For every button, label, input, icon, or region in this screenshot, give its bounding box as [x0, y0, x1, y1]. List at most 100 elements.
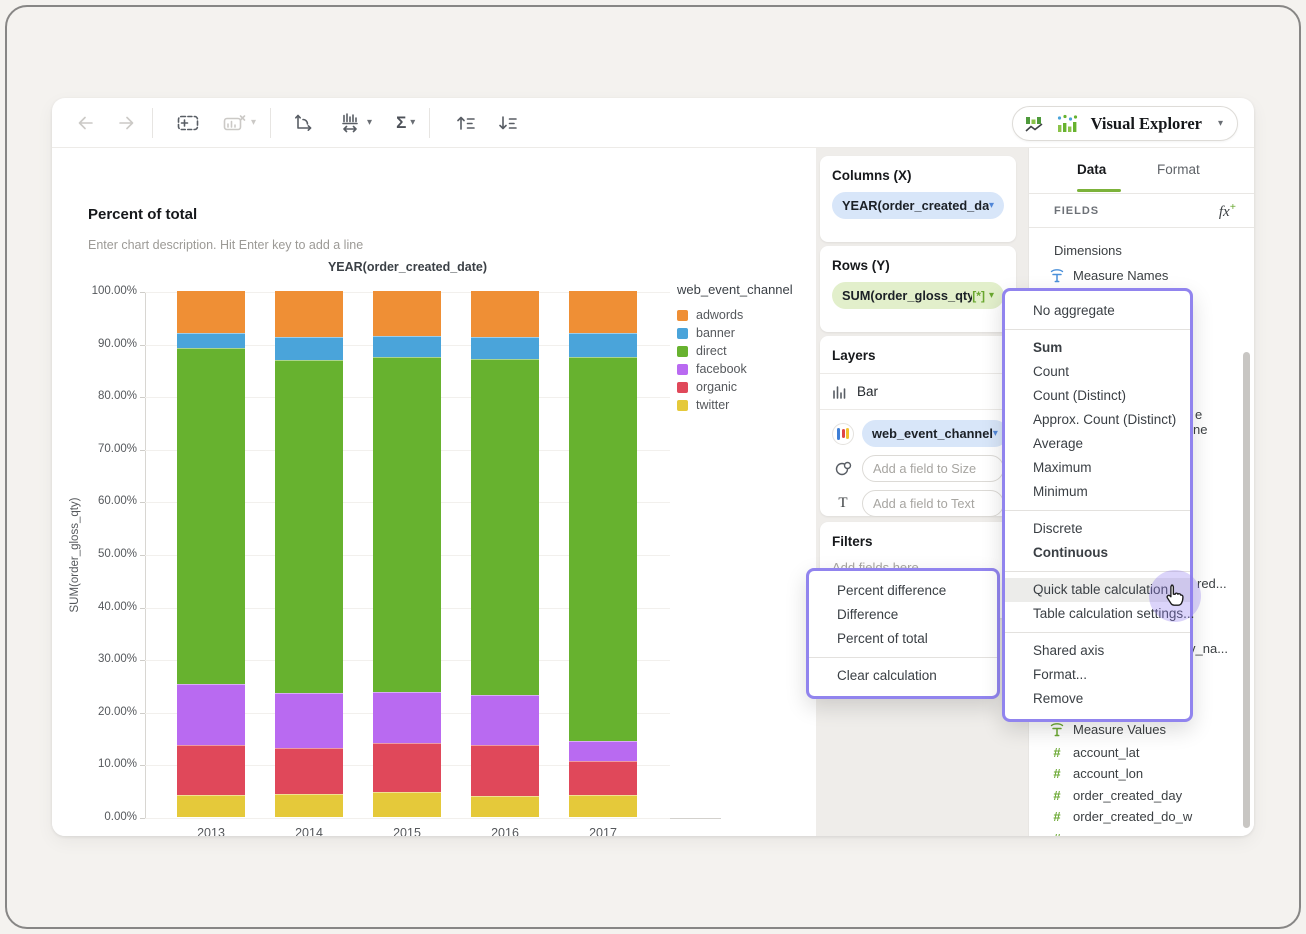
- menu-item-remove[interactable]: Remove: [1005, 687, 1190, 711]
- bar-segment-direct[interactable]: [569, 357, 637, 741]
- swap-axes-button[interactable]: [289, 109, 317, 137]
- bar-segment-adwords[interactable]: [373, 291, 441, 336]
- layer-type-row[interactable]: Bar: [832, 384, 1004, 399]
- bar-segment-facebook[interactable]: [275, 693, 343, 748]
- size-field-dropzone[interactable]: Add a field to Size: [862, 455, 1004, 482]
- remove-chart-button[interactable]: ▾: [219, 110, 258, 136]
- legend-item-banner[interactable]: banner: [677, 324, 793, 342]
- bar-segment-organic[interactable]: [471, 745, 539, 796]
- bar-segment-adwords[interactable]: [177, 291, 245, 333]
- number-icon: #: [1053, 809, 1061, 824]
- legend-label: direct: [696, 344, 727, 358]
- bar-segment-banner[interactable]: [471, 336, 539, 359]
- tab-data[interactable]: Data: [1077, 162, 1106, 177]
- chevron-down-icon[interactable]: ▾: [993, 428, 998, 439]
- clipped-field-fragment[interactable]: ne: [1193, 422, 1207, 437]
- bar-segment-direct[interactable]: [471, 358, 539, 695]
- menu-divider: [809, 657, 997, 658]
- legend-item-facebook[interactable]: facebook: [677, 360, 793, 378]
- menu-item-clear-calculation[interactable]: Clear calculation: [809, 664, 997, 688]
- chart-title[interactable]: Percent of total: [88, 206, 197, 223]
- bar-segment-banner[interactable]: [177, 332, 245, 348]
- tab-format[interactable]: Format: [1157, 162, 1200, 177]
- menu-item-count[interactable]: Count: [1005, 360, 1190, 384]
- back-button[interactable]: [72, 110, 98, 136]
- menu-item-no-aggregate[interactable]: No aggregate: [1005, 299, 1190, 323]
- bar-segment-organic[interactable]: [373, 742, 441, 793]
- bar-segment-twitter[interactable]: [275, 793, 343, 817]
- legend-item-organic[interactable]: organic: [677, 378, 793, 396]
- legend-item-direct[interactable]: direct: [677, 342, 793, 360]
- bar-segment-twitter[interactable]: [373, 792, 441, 817]
- columns-pill[interactable]: YEAR(order_created_date) ▾: [832, 192, 1004, 219]
- bar-segment-facebook[interactable]: [177, 684, 245, 745]
- field-item-Measure Values[interactable]: Measure Values: [1029, 719, 1254, 739]
- color-field-pill[interactable]: web_event_channel ▾: [862, 420, 1008, 447]
- menu-item-continuous[interactable]: Continuous: [1005, 541, 1190, 565]
- field-item-order_created_do_w[interactable]: # order_created_do_w: [1029, 807, 1254, 827]
- clipped-field-fragment[interactable]: red...: [1197, 576, 1227, 591]
- rows-shelf-title: Rows (Y): [832, 258, 890, 273]
- bar-segment-banner[interactable]: [275, 336, 343, 360]
- chevron-down-icon: ▾: [1217, 118, 1223, 129]
- y-tick-label: 50.00%: [97, 548, 137, 560]
- fields-scrollbar[interactable]: [1243, 352, 1250, 828]
- forward-button[interactable]: [114, 110, 140, 136]
- bar-segment-direct[interactable]: [177, 347, 245, 685]
- bar-segment-twitter[interactable]: [177, 795, 245, 817]
- menu-item-sum[interactable]: Sum: [1005, 336, 1190, 360]
- bar-segment-organic[interactable]: [275, 747, 343, 794]
- menu-item-percent-of-total[interactable]: Percent of total: [809, 627, 997, 651]
- menu-item-discrete[interactable]: Discrete: [1005, 517, 1190, 541]
- add-calculation-icon[interactable]: fx+: [1219, 201, 1236, 221]
- rows-pill[interactable]: SUM(order_gloss_qty) [*] ▾: [832, 282, 1004, 309]
- bar-segment-adwords[interactable]: [275, 291, 343, 337]
- bar-segment-banner[interactable]: [569, 333, 637, 358]
- menu-item-shared-axis[interactable]: Shared axis: [1005, 639, 1190, 663]
- legend-item-twitter[interactable]: twitter: [677, 396, 793, 414]
- bar-segment-direct[interactable]: [275, 359, 343, 694]
- menu-item-table-calculation-settings[interactable]: Table calculation settings...: [1005, 602, 1194, 626]
- visual-explorer-button[interactable]: Visual Explorer ▾: [1011, 106, 1238, 141]
- y-tick-mark: [140, 344, 145, 346]
- chevron-down-icon[interactable]: ▾: [989, 290, 994, 301]
- field-item-account_lat[interactable]: # account_lat: [1029, 742, 1254, 762]
- bar-segment-direct[interactable]: [373, 356, 441, 692]
- bar-segment-organic[interactable]: [177, 744, 245, 796]
- bar-segment-facebook[interactable]: [471, 695, 539, 746]
- menu-item-difference[interactable]: Difference: [809, 603, 997, 627]
- menu-item-quick-table-calculation[interactable]: Quick table calculation: [1005, 578, 1190, 602]
- text-field-dropzone[interactable]: Add a field to Text: [862, 490, 1004, 517]
- menu-item-average[interactable]: Average: [1005, 432, 1190, 456]
- menu-item-count-distinct[interactable]: Count (Distinct): [1005, 384, 1190, 408]
- menu-item-minimum[interactable]: Minimum: [1005, 480, 1190, 504]
- bar-segment-twitter[interactable]: [569, 795, 637, 817]
- axis-settings-button[interactable]: ▾: [337, 109, 374, 137]
- bar-segment-facebook[interactable]: [569, 740, 637, 761]
- bar-segment-facebook[interactable]: [373, 691, 441, 743]
- shelf-region: Columns (X) YEAR(order_created_date) ▾ R…: [816, 148, 1028, 836]
- bar-segment-adwords[interactable]: [569, 290, 637, 334]
- field-item-order_created_day[interactable]: # order_created_day: [1029, 785, 1254, 805]
- y-tick-mark: [140, 555, 145, 556]
- bar-segment-twitter[interactable]: [471, 795, 539, 817]
- add-chart-button[interactable]: [173, 110, 203, 136]
- clipped-field-fragment[interactable]: e: [1195, 407, 1202, 422]
- sort-descending-button[interactable]: [494, 110, 522, 136]
- sort-ascending-button[interactable]: [452, 110, 480, 136]
- legend-item-adwords[interactable]: adwords: [677, 306, 793, 324]
- clipped-field-fragment[interactable]: v_na...: [1189, 641, 1228, 656]
- field-item[interactable]: #: [1029, 828, 1254, 837]
- field-item-account_lon[interactable]: # account_lon: [1029, 764, 1254, 784]
- chart-description-placeholder[interactable]: Enter chart description. Hit Enter key t…: [88, 238, 363, 252]
- menu-item-maximum[interactable]: Maximum: [1005, 456, 1190, 480]
- bar-segment-adwords[interactable]: [471, 291, 539, 337]
- menu-item-format[interactable]: Format...: [1005, 663, 1190, 687]
- bar-segment-organic[interactable]: [569, 760, 637, 796]
- bar-segment-banner[interactable]: [373, 335, 441, 357]
- chevron-down-icon[interactable]: ▾: [989, 200, 994, 211]
- aggregate-button[interactable]: Σ ▾: [394, 111, 417, 135]
- menu-item-percent-difference[interactable]: Percent difference: [809, 579, 997, 603]
- menu-item-approx-count-distinct[interactable]: Approx. Count (Distinct): [1005, 408, 1190, 432]
- field-item-Measure Names[interactable]: Measure Names: [1029, 265, 1254, 285]
